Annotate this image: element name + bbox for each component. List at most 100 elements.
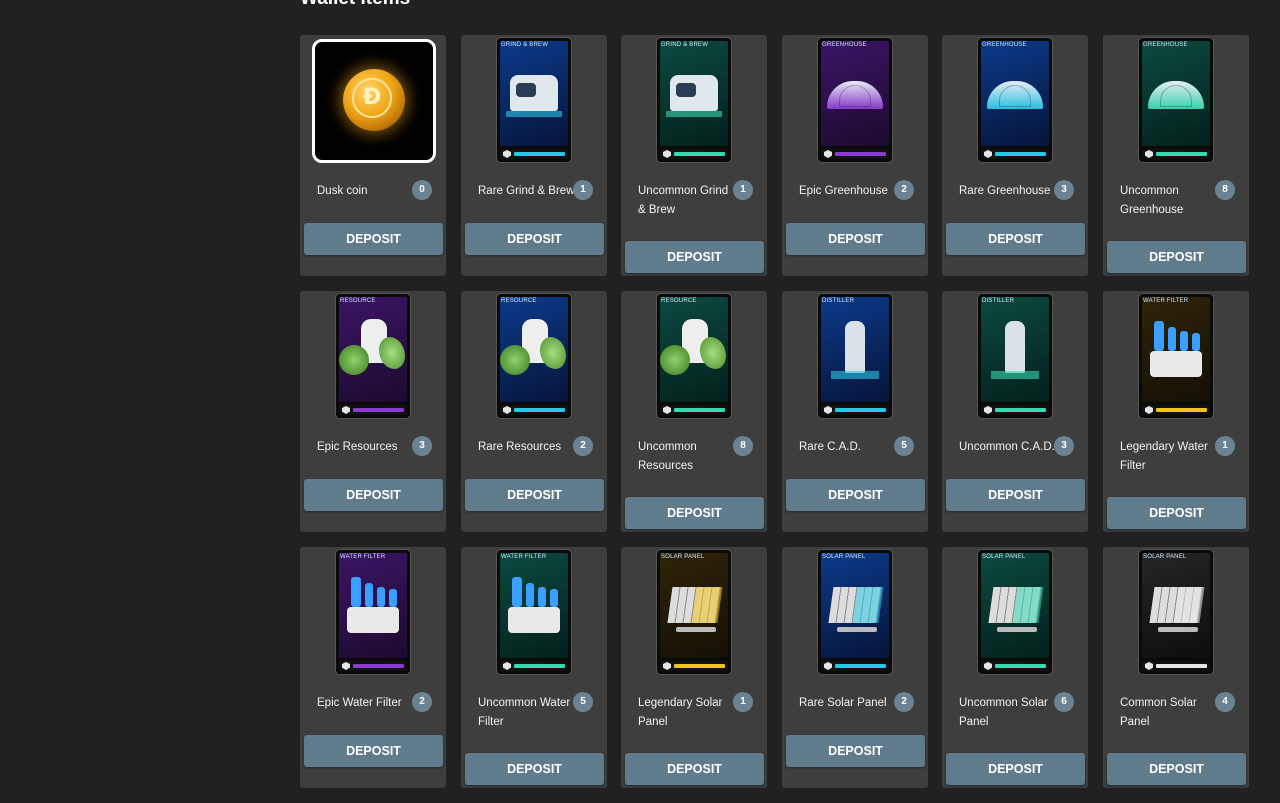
resource-card-icon: RESOURCE (657, 294, 731, 418)
deposit-button[interactable]: DEPOSIT (786, 735, 925, 767)
rarity-bar (1142, 149, 1210, 159)
deposit-button[interactable]: DEPOSIT (465, 223, 604, 255)
wallet-item-card: SOLAR PANEL Common Solar Panel 4 DEPOSIT (1103, 547, 1249, 788)
grind-brew-card-icon: GRIND & BREW (657, 38, 731, 162)
item-name: Rare Solar Panel (799, 697, 887, 709)
wallet-item-card: DISTILLER Rare C.A.D. 5 DEPOSIT (782, 291, 928, 532)
dusk-coin-icon: Ð (312, 39, 436, 163)
item-name: Uncommon Grind & Brew (638, 185, 729, 216)
card-category-label: SOLAR PANEL (822, 554, 866, 560)
quantity-badge: 8 (1215, 180, 1235, 200)
quantity-badge: 3 (1054, 436, 1074, 456)
item-name: Common Solar Panel (1120, 697, 1197, 728)
item-name: Epic Water Filter (317, 697, 402, 709)
rarity-bar (1142, 405, 1210, 415)
quantity-badge: 2 (894, 692, 914, 712)
deposit-button[interactable]: DEPOSIT (465, 479, 604, 511)
page-title: Wallet Items (300, 0, 410, 10)
wallet-item-card: DISTILLER Uncommon C.A.D. 3 DEPOSIT (942, 291, 1088, 532)
card-row: Ð Dusk coin 0 DEPOSIT GRIND & BREW Rare … (300, 35, 1250, 291)
greenhouse-card-icon: GREENHOUSE (978, 38, 1052, 162)
card-category-label: GREENHOUSE (822, 42, 867, 48)
shield-icon (984, 662, 992, 670)
rarity-bar (500, 405, 568, 415)
deposit-button[interactable]: DEPOSIT (946, 479, 1085, 511)
wallet-item-card: WATER FILTER Uncommon Water Filter 5 DEP… (461, 547, 607, 788)
deposit-button[interactable]: DEPOSIT (786, 223, 925, 255)
card-category-label: GREENHOUSE (1143, 42, 1188, 48)
rarity-bar (660, 661, 728, 671)
shield-icon (1145, 406, 1153, 414)
card-category-label: SOLAR PANEL (661, 554, 705, 560)
item-name: Legendary Solar Panel (638, 697, 723, 728)
quantity-badge: 2 (573, 436, 593, 456)
quantity-badge: 1 (1215, 436, 1235, 456)
rarity-bar (821, 405, 889, 415)
card-category-label: DISTILLER (982, 298, 1015, 304)
wallet-item-card: SOLAR PANEL Uncommon Solar Panel 6 DEPOS… (942, 547, 1088, 788)
water-filter-card-icon: WATER FILTER (497, 550, 571, 674)
wallet-item-card: GRIND & BREW Rare Grind & Brew 1 DEPOSIT (461, 35, 607, 276)
deposit-button[interactable]: DEPOSIT (1107, 753, 1246, 785)
quantity-badge: 1 (733, 180, 753, 200)
card-row: RESOURCE Epic Resources 3 DEPOSIT RESOUR… (300, 291, 1250, 547)
item-name: Epic Greenhouse (799, 185, 888, 197)
deposit-button[interactable]: DEPOSIT (625, 753, 764, 785)
card-category-label: RESOURCE (340, 298, 376, 304)
grind-brew-card-icon: GRIND & BREW (497, 38, 571, 162)
item-name: Rare Grind & Brew (478, 185, 575, 197)
deposit-button[interactable]: DEPOSIT (465, 753, 604, 785)
card-category-label: SOLAR PANEL (1143, 554, 1187, 560)
quantity-badge: 4 (1215, 692, 1235, 712)
shield-icon (824, 150, 832, 158)
rarity-bar (981, 149, 1049, 159)
item-name: Uncommon Water Filter (478, 697, 571, 728)
resource-card-icon: RESOURCE (497, 294, 571, 418)
quantity-badge: 6 (1054, 692, 1074, 712)
deposit-button[interactable]: DEPOSIT (1107, 241, 1246, 273)
rarity-bar (500, 149, 568, 159)
item-name: Uncommon C.A.D. (959, 441, 1055, 453)
shield-icon (663, 150, 671, 158)
shield-icon (824, 662, 832, 670)
wallet-item-card: GRIND & BREW Uncommon Grind & Brew 1 DEP… (621, 35, 767, 276)
shield-icon (503, 406, 511, 414)
deposit-button[interactable]: DEPOSIT (625, 241, 764, 273)
deposit-button[interactable]: DEPOSIT (304, 479, 443, 511)
quantity-badge: 1 (573, 180, 593, 200)
greenhouse-card-icon: GREENHOUSE (818, 38, 892, 162)
rarity-bar (500, 661, 568, 671)
rarity-bar (660, 405, 728, 415)
shield-icon (663, 662, 671, 670)
shield-icon (1145, 662, 1153, 670)
shield-icon (503, 662, 511, 670)
wallet-item-card: RESOURCE Epic Resources 3 DEPOSIT (300, 291, 446, 532)
distiller-card-icon: DISTILLER (978, 294, 1052, 418)
rarity-bar (660, 149, 728, 159)
wallet-item-card: GREENHOUSE Rare Greenhouse 3 DEPOSIT (942, 35, 1088, 276)
wallet-item-card: SOLAR PANEL Legendary Solar Panel 1 DEPO… (621, 547, 767, 788)
wallet-item-card: RESOURCE Rare Resources 2 DEPOSIT (461, 291, 607, 532)
solar-panel-card-icon: SOLAR PANEL (1139, 550, 1213, 674)
shield-icon (342, 662, 350, 670)
shield-icon (663, 406, 671, 414)
wallet-item-card: WATER FILTER Legendary Water Filter 1 DE… (1103, 291, 1249, 532)
resource-card-icon: RESOURCE (336, 294, 410, 418)
deposit-button[interactable]: DEPOSIT (786, 479, 925, 511)
deposit-button[interactable]: DEPOSIT (946, 753, 1085, 785)
quantity-badge: 5 (894, 436, 914, 456)
card-category-label: WATER FILTER (501, 554, 547, 560)
item-name: Uncommon Solar Panel (959, 697, 1048, 728)
deposit-button[interactable]: DEPOSIT (946, 223, 1085, 255)
deposit-button[interactable]: DEPOSIT (625, 497, 764, 529)
deposit-button[interactable]: DEPOSIT (1107, 497, 1246, 529)
quantity-badge: 1 (733, 692, 753, 712)
item-name: Epic Resources (317, 441, 398, 453)
deposit-button[interactable]: DEPOSIT (304, 223, 443, 255)
shield-icon (342, 406, 350, 414)
card-category-label: WATER FILTER (1143, 298, 1189, 304)
item-name: Rare Resources (478, 441, 562, 453)
deposit-button[interactable]: DEPOSIT (304, 735, 443, 767)
wallet-items-grid: Ð Dusk coin 0 DEPOSIT GRIND & BREW Rare … (300, 35, 1250, 803)
water-filter-card-icon: WATER FILTER (336, 550, 410, 674)
